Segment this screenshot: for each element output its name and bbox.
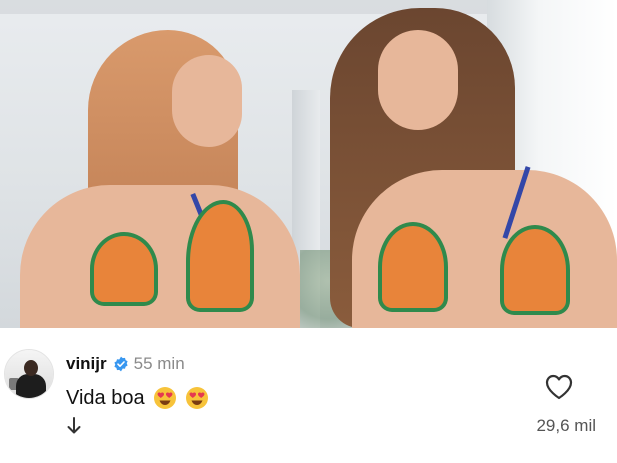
post-footer: vinijr 55 min Vida boa 29,6 mil	[0, 340, 617, 463]
right-bikini-cup-2	[500, 225, 570, 315]
post-time: 55 min	[133, 354, 185, 373]
right-bikini-cup-1	[378, 222, 448, 312]
left-person-face	[172, 55, 242, 147]
arrow-down-icon[interactable]	[66, 417, 82, 435]
post-caption: Vida boa	[66, 384, 209, 412]
left-bikini-cup-1	[90, 232, 158, 306]
left-person-torso	[20, 185, 300, 328]
avatar[interactable]	[4, 349, 54, 399]
heart-eyes-emoji-icon	[185, 387, 208, 409]
verified-badge-icon	[114, 356, 128, 372]
caption-text: Vida boa	[66, 386, 145, 409]
like-count: 29,6 mil	[536, 416, 596, 435]
post-photo[interactable]	[0, 0, 617, 328]
right-person-face	[378, 30, 458, 130]
post-meta: vinijr 55 min	[66, 353, 185, 375]
username[interactable]: vinijr	[66, 354, 107, 374]
like-heart-icon[interactable]	[545, 374, 573, 400]
left-bikini-cup-2	[186, 200, 254, 312]
heart-eyes-emoji-icon	[153, 387, 176, 409]
